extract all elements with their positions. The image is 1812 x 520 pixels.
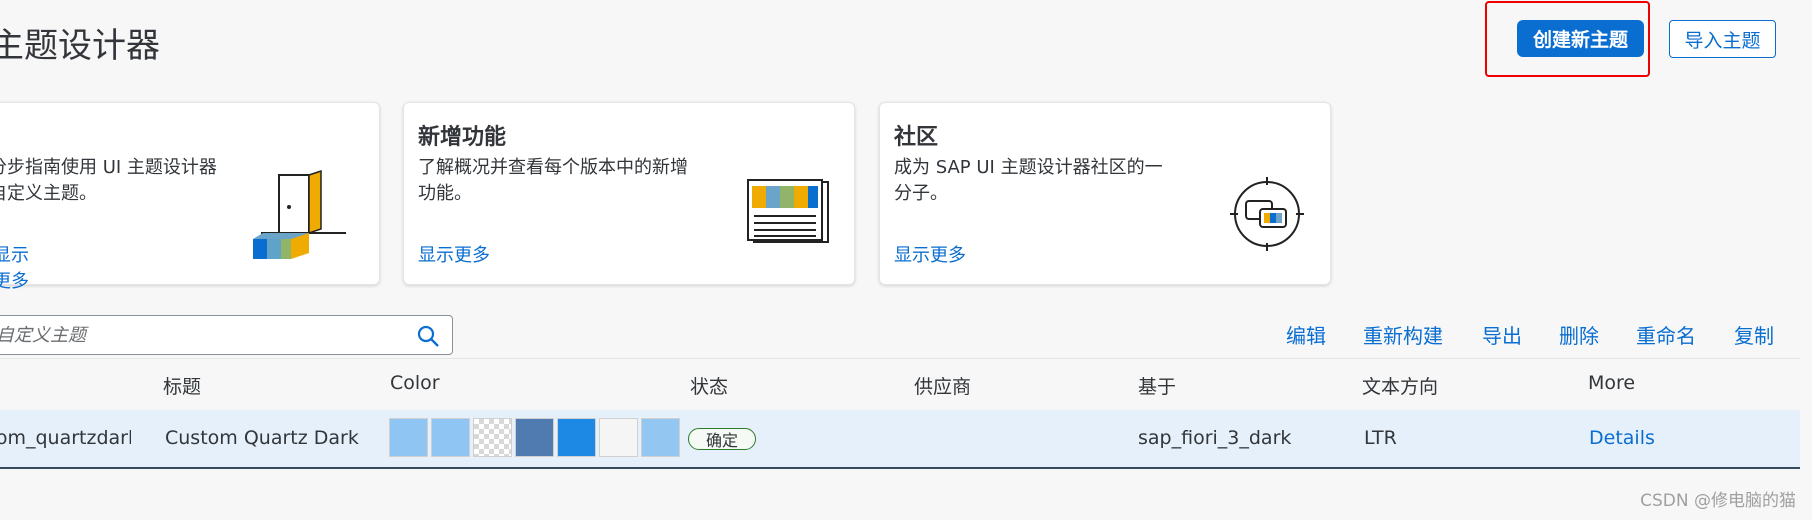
column-header-title[interactable]: 标题 [163,372,201,399]
search-input[interactable] [0,324,396,346]
card-text-line: 分子。 [894,183,948,204]
table-header: 标题 Color 状态 供应商 基于 文本方向 More [0,358,1800,412]
rebuild-button[interactable]: 重新构建 [1363,320,1443,349]
color-swatch [431,418,470,457]
color-swatch [473,418,512,457]
card-show-more-link[interactable]: 显示更多 [0,241,29,293]
card-heading: 新增功能 [418,125,507,150]
card-show-more-link[interactable]: 显示更多 [894,241,966,267]
create-theme-button[interactable]: 创建新主题 [1517,20,1644,57]
search-icon[interactable] [416,324,440,352]
color-swatch [599,418,638,457]
rename-button[interactable]: 重命名 [1636,320,1696,349]
card-show-more-link[interactable]: 显示更多 [418,241,490,267]
card-text-line: 成为 SAP UI 主题设计器社区的一 [894,157,1163,178]
column-header-status[interactable]: 状态 [690,372,728,399]
door-icon [241,163,351,267]
card-link-text[interactable]: 显示更多 [0,245,29,292]
column-header-color[interactable]: Color [390,372,440,394]
card-text: 了解概况并查看每个版本中的新增 功能。 [418,155,738,207]
color-swatch [557,418,596,457]
export-button[interactable]: 导出 [1482,320,1522,349]
card-text-line: 了解概况并查看每个版本中的新增 [418,157,688,178]
column-header-text-direction[interactable]: 文本方向 [1362,372,1438,399]
column-header-vendor[interactable]: 供应商 [914,372,971,399]
color-swatch [389,418,428,457]
card-community: 社区 成为 SAP UI 主题设计器社区的一 分子。 显示更多 [879,102,1331,285]
column-header-more[interactable]: More [1588,372,1635,394]
card-whats-new: 新增功能 了解概况并查看每个版本中的新增 功能。 显示更多 [403,102,855,285]
details-link[interactable]: Details [1589,427,1655,449]
copy-button[interactable]: 复制 [1734,320,1774,349]
color-swatch [515,418,554,457]
cell-id: custom_quartzdark [0,427,131,449]
delete-button[interactable]: 删除 [1559,320,1599,349]
page-title: 主题设计器 [0,26,160,66]
search-field[interactable] [0,315,453,355]
cell-title: Custom Quartz Dark [165,427,359,449]
cell-text-direction: LTR [1364,427,1397,449]
card-text: 成为 SAP UI 主题设计器社区的一 分子。 [894,155,1224,207]
status-badge: 确定 [688,428,756,450]
newspaper-icon [746,178,832,250]
color-swatch [641,418,680,457]
cell-based-on: sap_fiori_3_dark [1138,427,1292,449]
edit-button[interactable]: 编辑 [1286,320,1326,349]
card-text-line: 功能。 [418,183,472,204]
card-heading: 社区 [894,125,939,150]
community-chat-icon [1230,177,1304,255]
table-row[interactable]: custom_quartzdark Custom Quartz Dark 确定 … [0,410,1800,469]
column-header-based-on[interactable]: 基于 [1138,372,1176,399]
watermark: CSDN @修电脑的猫 [1640,491,1796,511]
card-getting-started: 分步指南使用 UI 主题设计器 自定义主题。 显示更多 [0,102,380,292]
import-theme-button[interactable]: 导入主题 [1669,20,1776,58]
cell-id-text: custom_quartzdark [0,427,131,449]
